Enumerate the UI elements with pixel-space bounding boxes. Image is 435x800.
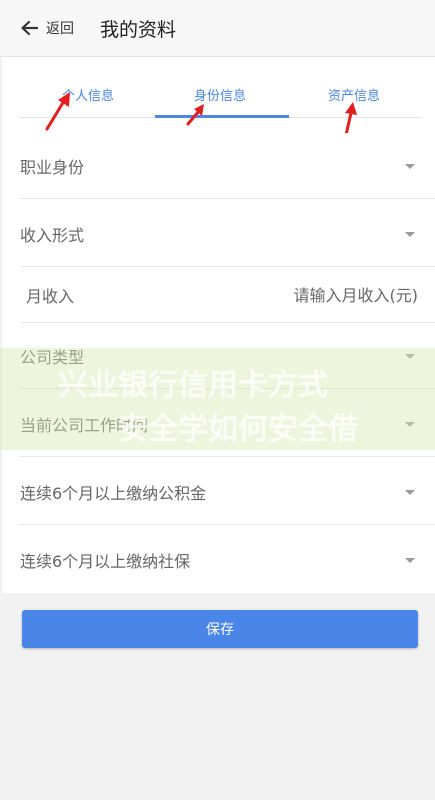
occupation-label: 职业身份 bbox=[20, 158, 85, 177]
identity-form: 职业身份 收入形式 月收入 公司类型 当前公司工作时间 连续6个月以上缴纳公积金… bbox=[2, 133, 435, 593]
page-title: 我的资料 bbox=[100, 18, 177, 41]
occupation-select[interactable]: 职业身份 bbox=[20, 133, 435, 199]
caret-down-icon bbox=[405, 421, 415, 427]
income-type-select[interactable]: 收入形式 bbox=[20, 201, 435, 267]
work-duration-label: 当前公司工作时间 bbox=[20, 416, 149, 435]
tab-identity-info[interactable]: 身份信息 bbox=[170, 85, 270, 104]
caret-down-icon bbox=[405, 353, 415, 359]
caret-down-icon bbox=[405, 489, 415, 495]
monthly-income-input[interactable] bbox=[216, 284, 420, 306]
caret-down-icon bbox=[405, 557, 415, 563]
header-bar: 返回 我的资料 bbox=[0, 0, 435, 57]
tab-bar: 个人信息 身份信息 资产信息 bbox=[2, 57, 435, 137]
social-security-select[interactable]: 连续6个月以上缴纳社保 bbox=[20, 527, 435, 593]
tab-asset-info[interactable]: 资产信息 bbox=[304, 85, 404, 104]
income-type-label: 收入形式 bbox=[20, 226, 85, 245]
monthly-income-row: 月收入 bbox=[20, 267, 435, 323]
annotation-arrow-icon bbox=[186, 104, 204, 126]
work-duration-select[interactable]: 当前公司工作时间 bbox=[20, 391, 435, 457]
caret-down-icon bbox=[405, 231, 415, 237]
housing-fund-label: 连续6个月以上缴纳公积金 bbox=[20, 484, 207, 503]
back-button[interactable]: 返回 bbox=[20, 8, 74, 48]
housing-fund-select[interactable]: 连续6个月以上缴纳公积金 bbox=[20, 459, 435, 525]
back-label: 返回 bbox=[46, 21, 74, 37]
monthly-income-label: 月收入 bbox=[26, 287, 75, 306]
social-security-label: 连续6个月以上缴纳社保 bbox=[20, 552, 191, 571]
annotation-arrow-icon bbox=[344, 102, 357, 137]
company-type-select[interactable]: 公司类型 bbox=[20, 323, 435, 389]
arrow-left-icon bbox=[21, 20, 38, 36]
company-type-label: 公司类型 bbox=[20, 348, 85, 367]
caret-down-icon bbox=[405, 163, 415, 169]
tab-active-indicator bbox=[155, 115, 289, 118]
save-button[interactable]: 保存 bbox=[22, 610, 418, 648]
tab-personal-info[interactable]: 个人信息 bbox=[38, 85, 138, 104]
